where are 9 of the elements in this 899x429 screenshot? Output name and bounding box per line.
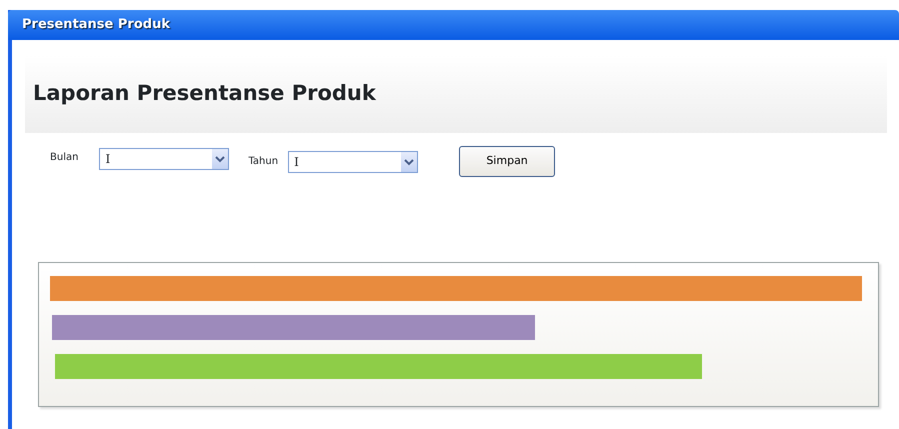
chevron-down-icon <box>401 152 418 172</box>
save-button[interactable]: Simpan <box>459 146 556 177</box>
field-label: Bulan <box>50 151 78 165</box>
window-title: Presentanse Produk <box>22 16 170 34</box>
dropdown-field[interactable]: I <box>288 150 418 172</box>
chevron-down-icon <box>212 148 228 168</box>
field-label: Tahun <box>248 155 278 169</box>
page-heading: Laporan Presentanse Produk <box>33 81 376 107</box>
dropdown-field[interactable]: I <box>99 148 230 170</box>
